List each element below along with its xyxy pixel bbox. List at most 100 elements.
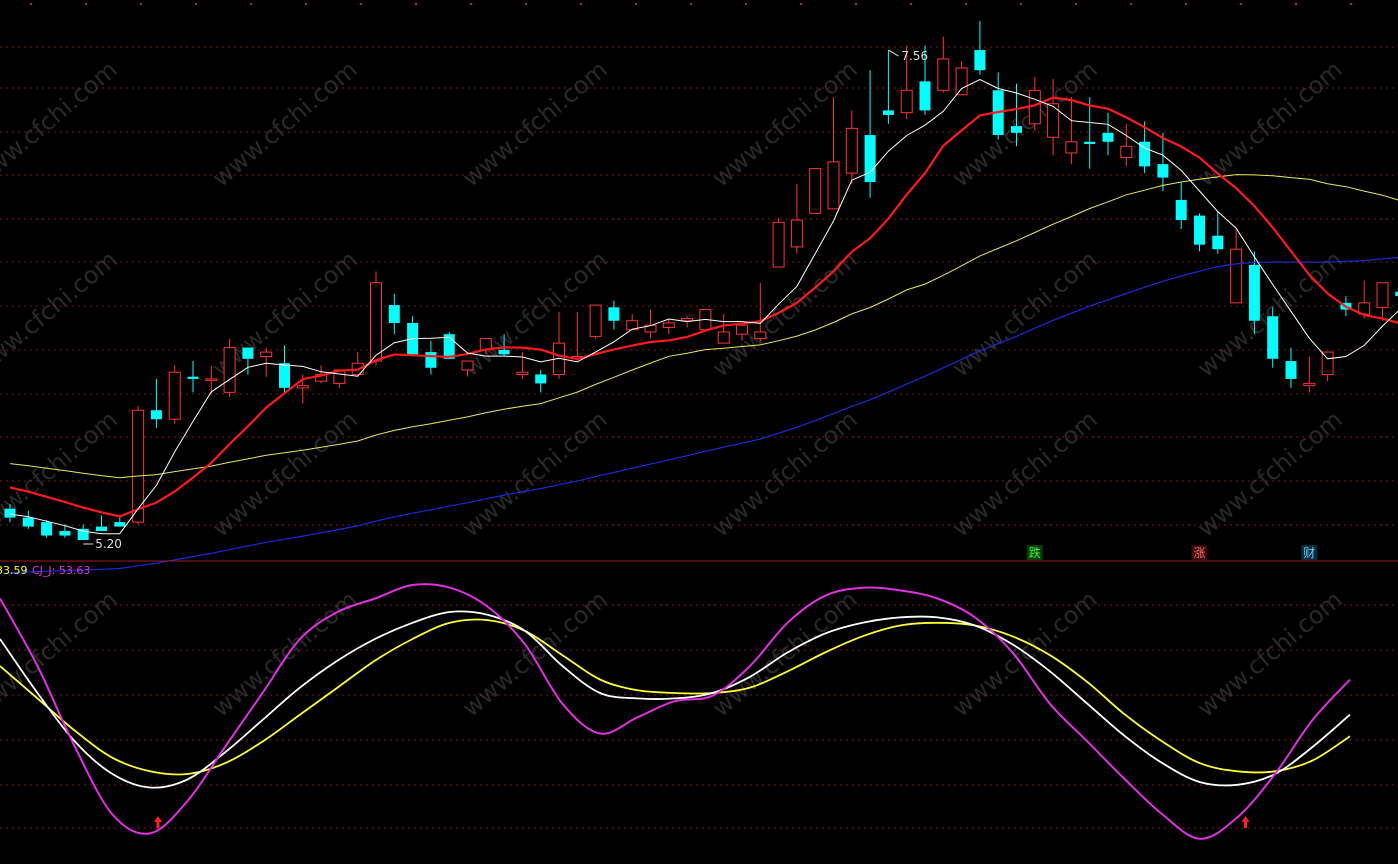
top-tick: [1130, 3, 1132, 5]
candle: [809, 168, 822, 214]
candle-body-up: [1065, 141, 1078, 154]
candle-body-up: [1120, 145, 1133, 158]
candle-body-up: [955, 67, 968, 96]
candle-body-up: [790, 219, 803, 248]
top-tick: [1295, 3, 1297, 5]
candle-body-up: [845, 127, 858, 174]
candle-body-down: [1285, 361, 1297, 379]
top-tick: [1185, 3, 1187, 5]
candle-body-up: [1303, 382, 1316, 387]
top-tick: [30, 3, 32, 5]
candle: [443, 331, 455, 359]
candle-body-up: [516, 371, 529, 375]
candle-body-down: [22, 517, 34, 527]
candle-body-up: [681, 318, 694, 322]
candle-body-up: [223, 347, 236, 393]
candle-body-down: [279, 363, 290, 388]
candle-body-up: [754, 331, 767, 340]
candle-body-down: [1248, 264, 1260, 321]
candle-body-up: [736, 324, 748, 335]
candle-body-up: [296, 385, 309, 389]
candle: [132, 405, 145, 525]
candle: [168, 365, 181, 424]
candle-body-down: [96, 526, 107, 532]
candle-body-down: [498, 349, 510, 355]
top-tick: [85, 3, 87, 5]
candle-body-up: [662, 322, 675, 328]
candle-body-down: [59, 531, 71, 536]
candle-body-down: [919, 81, 931, 111]
stock-chart: www.cfchi.com www.cfchi.com www.cfchi.com w…: [0, 0, 1398, 864]
high-price-label: 7.56: [901, 49, 928, 63]
candle-body-down: [242, 347, 254, 359]
candle-body-up: [772, 221, 785, 268]
top-tick: [415, 3, 417, 5]
top-tick: [690, 3, 692, 5]
chart-background: [0, 0, 1398, 864]
candle-body-down: [388, 305, 400, 323]
candle-body-down: [77, 528, 89, 540]
candle-body-up: [461, 360, 474, 371]
candle-body-down: [1267, 316, 1279, 359]
candle-body-up: [937, 58, 950, 91]
candle-body-up: [900, 89, 913, 114]
candle-body-up: [827, 161, 840, 210]
candle-body-down: [535, 374, 547, 384]
top-tick: [525, 3, 527, 5]
candle-body-up: [809, 168, 822, 214]
candle-body-down: [187, 376, 199, 379]
candle-body-up: [132, 409, 145, 523]
candle-body-up: [589, 304, 602, 337]
candle-body-up: [1047, 103, 1060, 138]
candle-body-down: [425, 352, 437, 368]
top-tick: [305, 3, 307, 5]
candle-body-up: [260, 351, 273, 358]
candle-body-down: [974, 50, 986, 71]
candle-body-down: [882, 110, 894, 115]
candle-body-down: [1102, 132, 1114, 142]
top-tick: [580, 3, 582, 5]
candle-body-up: [168, 371, 181, 420]
candle-body-down: [1157, 164, 1169, 178]
low-price-label: 5.20: [95, 537, 122, 551]
candle: [1267, 307, 1279, 368]
event-marker-label: 跌: [1029, 545, 1041, 560]
top-tick: [745, 3, 747, 5]
candle: [370, 271, 382, 366]
top-tick: [1020, 3, 1022, 5]
top-tick: [360, 3, 362, 5]
indicator-d-value: 33.59: [0, 564, 28, 577]
candle-body-up: [370, 282, 382, 362]
candle-body-down: [1175, 199, 1187, 221]
candle-body-down: [41, 522, 53, 536]
top-tick: [965, 3, 967, 5]
top-tick: [1240, 3, 1242, 5]
top-tick: [140, 3, 142, 5]
candle-body-down: [1011, 126, 1022, 133]
candle-body-down: [1194, 215, 1205, 245]
candle-body-down: [608, 307, 620, 321]
candle: [589, 304, 602, 339]
candle-body-down: [1084, 141, 1096, 144]
candle-body-down: [114, 522, 126, 527]
event-marker-label: 财: [1303, 546, 1315, 560]
candle-body-up: [717, 331, 730, 344]
top-tick: [910, 3, 912, 5]
event-marker-label: 涨: [1193, 545, 1205, 560]
candle-body-up: [205, 378, 218, 381]
candle-body-up: [1321, 351, 1334, 375]
candle-body-down: [1212, 235, 1224, 250]
top-tick: [1075, 3, 1077, 5]
candle-body-up: [1230, 248, 1243, 304]
top-tick: [195, 3, 197, 5]
top-tick: [635, 3, 637, 5]
top-tick: [470, 3, 472, 5]
candle: [223, 338, 236, 397]
top-tick: [800, 3, 802, 5]
candle-body-down: [4, 508, 16, 518]
top-tick: [250, 3, 252, 5]
top-tick: [1350, 3, 1352, 5]
candle: [772, 217, 785, 268]
top-tick: [855, 3, 857, 5]
candle-body-down: [150, 410, 162, 420]
